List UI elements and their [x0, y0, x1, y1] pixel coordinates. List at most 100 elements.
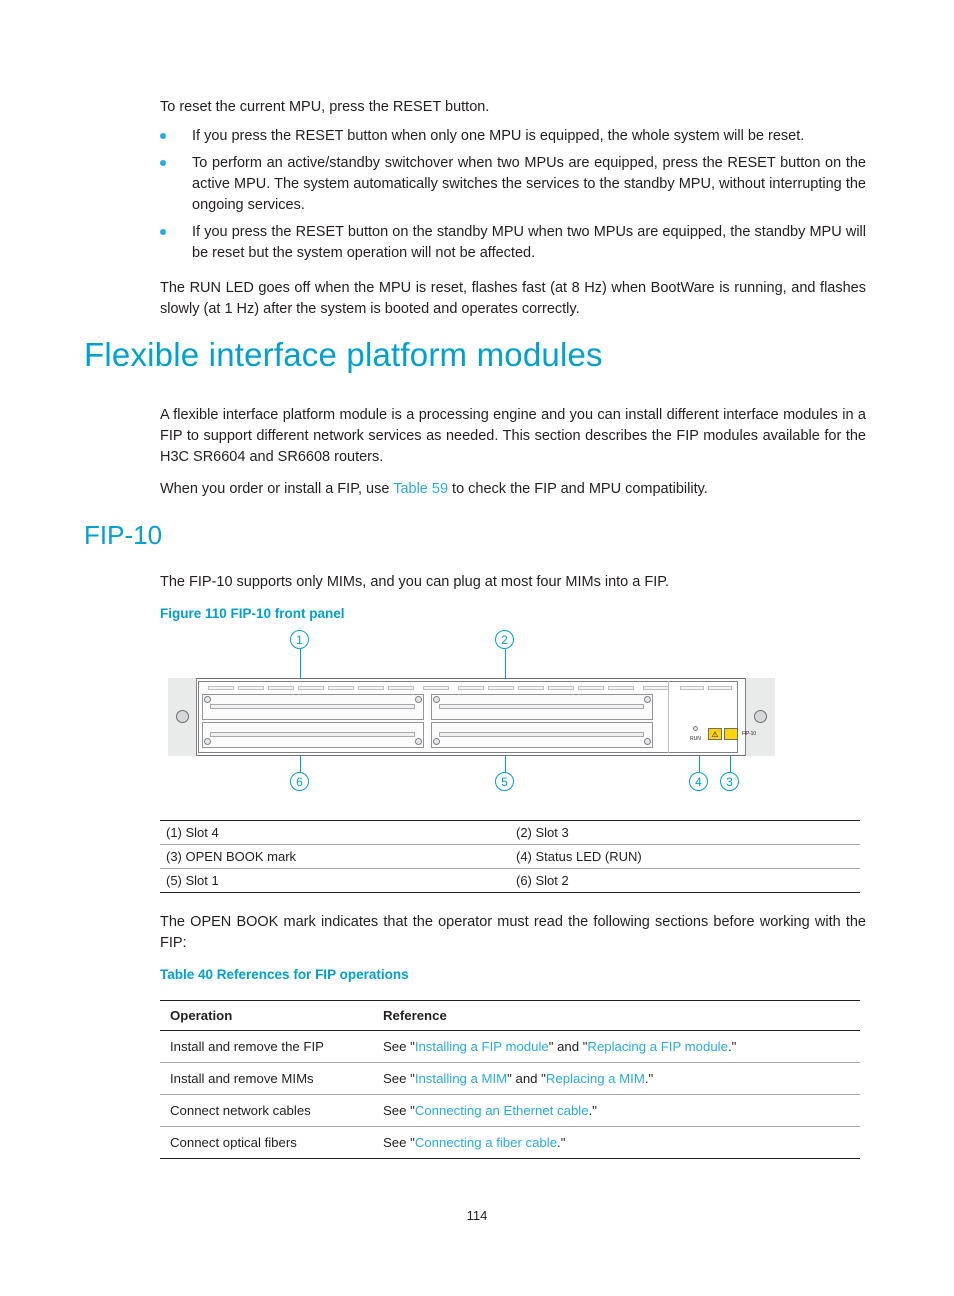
reference-link[interactable]: Connecting an Ethernet cable: [415, 1103, 589, 1118]
cell-reference: See "Connecting an Ethernet cable.": [373, 1094, 860, 1127]
leader-line-2: [504, 649, 506, 678]
reference-link[interactable]: Connecting a fiber cable: [415, 1135, 557, 1150]
slot-3-bar: [439, 704, 644, 709]
table-row: (5) Slot 1 (6) Slot 2: [160, 868, 860, 893]
vent: [578, 686, 604, 690]
slot-2-bar: [210, 732, 415, 737]
run-led-paragraph: The RUN LED goes off when the MPU is res…: [160, 280, 866, 317]
slot-screw: [433, 738, 440, 745]
reference-text: .": [557, 1135, 566, 1150]
callout-4: 4: [689, 772, 708, 791]
slot-screw: [644, 696, 651, 703]
reference-link[interactable]: Replacing a FIP module: [587, 1039, 728, 1054]
vent: [238, 686, 264, 690]
left-ear-screw: [176, 710, 189, 723]
references-table: Operation Reference Install and remove t…: [160, 1000, 860, 1159]
device-model-label: FIP-10: [742, 731, 756, 737]
reference-link[interactable]: Replacing a MIM: [546, 1071, 645, 1086]
para2-before: When you order or install a FIP, use: [160, 481, 394, 497]
vent: [608, 686, 634, 690]
reference-link[interactable]: Installing a MIM: [415, 1071, 507, 1086]
legend-cell: (2) Slot 3: [510, 820, 860, 845]
reference-text: " and ": [548, 1039, 588, 1054]
chapter-paragraph-1: A flexible interface platform module is …: [160, 407, 866, 465]
legend-cell: (3) OPEN BOOK mark: [160, 844, 510, 869]
section-heading: FIP-10: [84, 520, 163, 550]
page-number: 114: [466, 1208, 488, 1223]
cell-operation: Connect network cables: [160, 1094, 373, 1127]
reset-bullet-list: If you press the RESET button when only …: [160, 126, 866, 270]
leader-line-6: [299, 756, 301, 772]
cell-reference: See "Connecting a fiber cable.": [373, 1126, 860, 1159]
table-caption: Table 40 References for FIP operations: [160, 967, 409, 982]
intro-paragraph: To reset the current MPU, press the RESE…: [160, 99, 490, 115]
cell-operation: Install and remove MIMs: [160, 1062, 373, 1095]
table-row: (1) Slot 4 (2) Slot 3: [160, 820, 860, 845]
reference-text: See ": [383, 1103, 415, 1118]
callout-6: 6: [290, 772, 309, 791]
slot-screw: [204, 696, 211, 703]
table-59-link[interactable]: Table 59: [393, 481, 448, 497]
leader-line-5: [504, 756, 506, 772]
reference-text: " and ": [507, 1071, 546, 1086]
reference-text: See ": [383, 1135, 415, 1150]
fip10-chassis-graphic: RUN ⚠ FIP-10: [168, 678, 775, 756]
bullet-dot-icon: [160, 133, 166, 139]
table-row: Install and remove the FIP See "Installi…: [160, 1030, 860, 1063]
status-led-run: [693, 726, 698, 731]
cell-reference: See "Installing a FIP module" and "Repla…: [373, 1030, 860, 1063]
right-ear-screw: [754, 710, 767, 723]
list-item-text: If you press the RESET button on the sta…: [192, 224, 866, 261]
run-led-label: RUN: [690, 736, 701, 742]
figure-caption: Figure 110 FIP-10 front panel: [160, 606, 345, 621]
table-row: (3) OPEN BOOK mark (4) Status LED (RUN): [160, 844, 860, 869]
table-row: Install and remove MIMs See "Installing …: [160, 1062, 860, 1095]
slot-screw: [415, 738, 422, 745]
vent: [388, 686, 414, 690]
vent: [208, 686, 234, 690]
column-header-reference: Reference: [373, 1000, 860, 1031]
cell-operation: Connect optical fibers: [160, 1126, 373, 1159]
table-header-row: Operation Reference: [160, 1000, 860, 1031]
list-item-text: If you press the RESET button when only …: [192, 128, 805, 144]
legend-cell: (1) Slot 4: [160, 820, 510, 845]
cell-operation: Install and remove the FIP: [160, 1030, 373, 1063]
section-paragraph: The FIP-10 supports only MIMs, and you c…: [160, 574, 670, 590]
open-book-secondary-icon: [724, 728, 738, 740]
vent: [358, 686, 384, 690]
reference-text: .": [588, 1103, 597, 1118]
reference-link[interactable]: Installing a FIP module: [415, 1039, 549, 1054]
reference-text: See ": [383, 1039, 415, 1054]
chapter-paragraph-2: When you order or install a FIP, use Tab…: [160, 479, 866, 500]
list-item: To perform an active/standby switchover …: [160, 153, 866, 216]
chapter-heading: Flexible interface platform modules: [84, 336, 603, 373]
vent: [518, 686, 544, 690]
slot-screw: [415, 696, 422, 703]
status-panel: [668, 681, 738, 753]
callout-2: 2: [495, 630, 514, 649]
bullet-dot-icon: [160, 160, 166, 166]
vent: [268, 686, 294, 690]
cell-reference: See "Installing a MIM" and "Replacing a …: [373, 1062, 860, 1095]
list-item: If you press the RESET button when only …: [160, 126, 866, 147]
reference-text: .": [727, 1039, 737, 1054]
column-header-operation: Operation: [160, 1000, 373, 1031]
list-item-text: To perform an active/standby switchover …: [192, 155, 866, 213]
callout-3: 3: [720, 772, 739, 791]
openbook-paragraph: The OPEN BOOK mark indicates that the op…: [160, 914, 866, 951]
legend-cell: (5) Slot 1: [160, 868, 510, 893]
slot-screw: [644, 738, 651, 745]
reference-text: .": [644, 1071, 654, 1086]
figure-legend-table: (1) Slot 4 (2) Slot 3 (3) OPEN BOOK mark…: [160, 820, 860, 893]
vent: [423, 686, 449, 690]
table-row: Connect optical fibers See "Connecting a…: [160, 1126, 860, 1159]
vent: [328, 686, 354, 690]
slot-screw: [204, 738, 211, 745]
vent: [488, 686, 514, 690]
document-page: To reset the current MPU, press the RESE…: [0, 0, 954, 1296]
para2-after: to check the FIP and MPU compatibility.: [448, 481, 708, 497]
table-row: Connect network cables See "Connecting a…: [160, 1094, 860, 1127]
callout-5: 5: [495, 772, 514, 791]
leader-line-1: [299, 649, 301, 678]
vent: [298, 686, 324, 690]
